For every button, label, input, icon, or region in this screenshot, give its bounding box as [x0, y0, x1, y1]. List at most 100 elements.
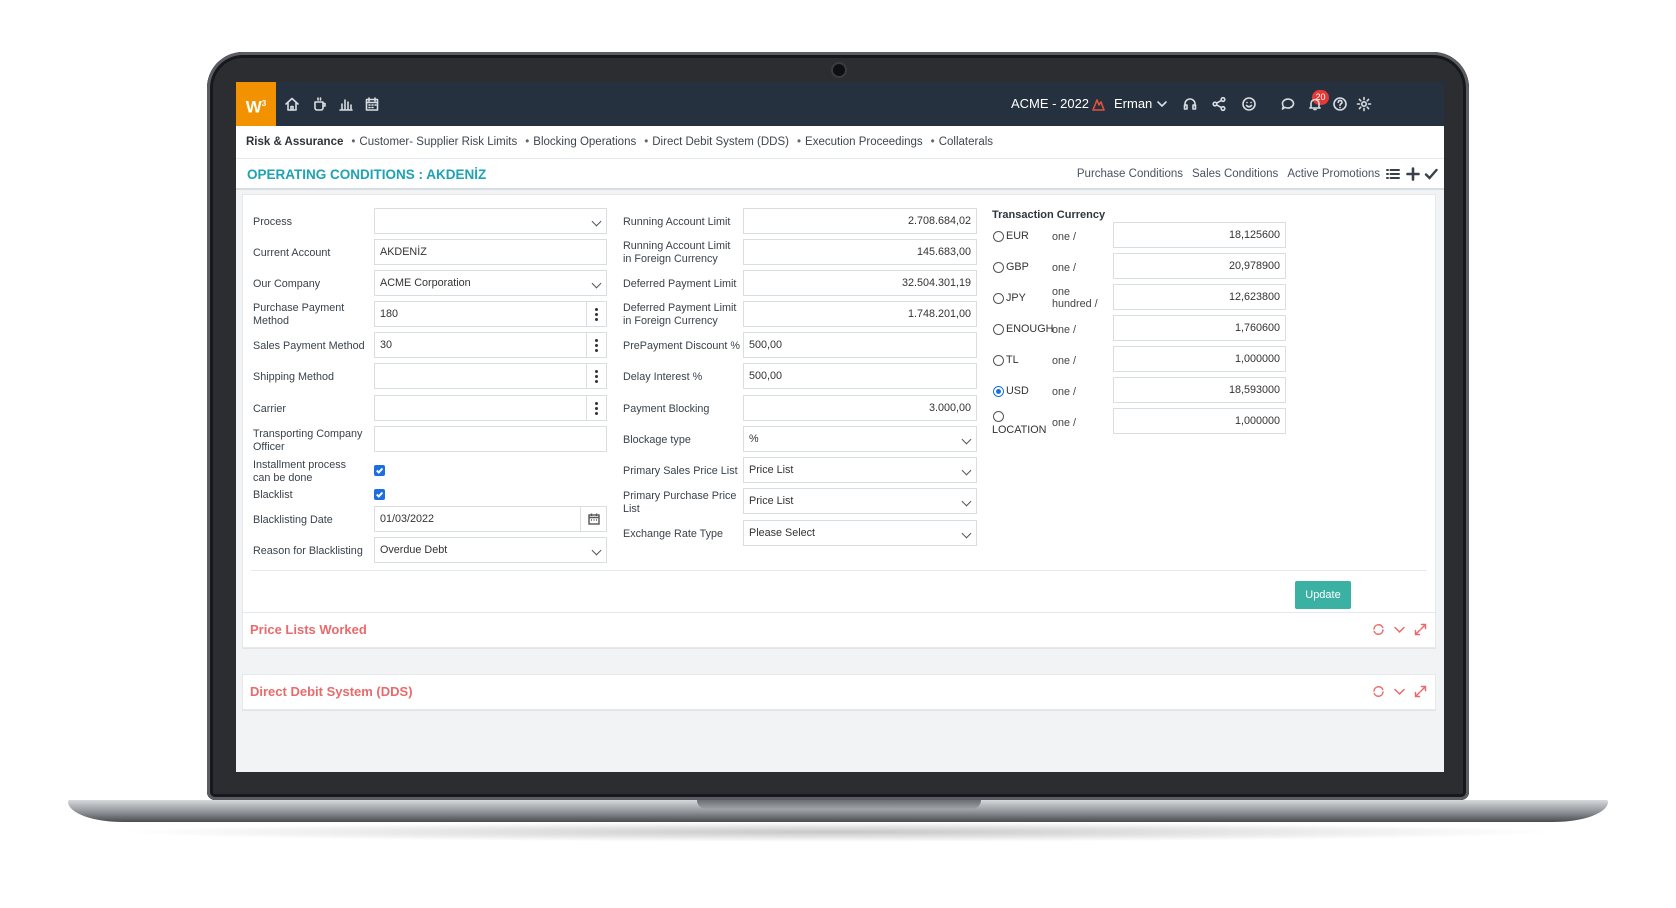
tab-active-promotions[interactable]: Active Promotions [1287, 168, 1380, 180]
breadcrumb-current[interactable]: Risk & Assurance [246, 136, 343, 148]
reason-blacklisting-select[interactable]: Overdue Debt [374, 537, 607, 563]
blacklist-checkbox[interactable] [374, 489, 385, 500]
label-running-account-limit-fc: Running Account Limit in Foreign Currenc… [623, 240, 731, 265]
operating-conditions-form: Process Current Account AKDENİZ Our Comp… [242, 194, 1436, 614]
currency-rate-field[interactable]: 18,593000 [1113, 377, 1286, 403]
currency-radio-eur[interactable] [993, 231, 1004, 242]
currency-code: EUR [1006, 230, 1029, 242]
headset-icon[interactable] [1180, 94, 1200, 114]
panel-title[interactable]: Direct Debit System (DDS) [250, 684, 413, 699]
breadcrumb-item[interactable]: Blocking Operations [525, 136, 636, 148]
home-icon[interactable] [282, 94, 302, 114]
more-options-icon[interactable] [586, 333, 606, 357]
running-account-limit-fc-field[interactable]: 145.683,00 [743, 239, 977, 265]
label-sales-payment-method: Sales Payment Method [253, 340, 365, 352]
deferred-payment-limit-fc-field[interactable]: 1.748.201,00 [743, 301, 977, 327]
panel-controls [1372, 623, 1427, 636]
breadcrumb-item[interactable]: Collaterals [931, 136, 993, 148]
currency-code: JPY [1006, 292, 1026, 304]
currency-radio-jpy[interactable] [993, 293, 1004, 304]
currency-radio-location[interactable] [993, 411, 1004, 422]
panel-controls [1372, 685, 1427, 698]
help-icon[interactable] [1330, 94, 1350, 114]
currency-radio-enough[interactable] [993, 324, 1004, 335]
app-logo[interactable]: W3 [236, 82, 276, 126]
sales-payment-method-field[interactable]: 30 [374, 332, 607, 358]
more-options-icon[interactable] [586, 396, 606, 420]
purchase-payment-method-field[interactable]: 180 [374, 301, 607, 327]
label-purchase-payment-method: Purchase Payment Method [253, 302, 345, 327]
chevron-down-icon[interactable] [1393, 623, 1406, 636]
payment-blocking-field[interactable]: 3.000,00 [743, 395, 977, 421]
dds-panel[interactable]: Direct Debit System (DDS) [242, 674, 1436, 710]
breadcrumb-item[interactable]: Customer- Supplier Risk Limits [351, 136, 517, 148]
bell-icon[interactable] [1305, 94, 1325, 114]
currency-rate-field[interactable]: 1,000000 [1113, 408, 1286, 434]
blacklisting-date-field[interactable]: 01/03/2022 [374, 506, 607, 532]
currency-radio-usd[interactable] [993, 386, 1004, 397]
label-blacklist: Blacklist [253, 489, 293, 501]
exchange-rate-type-select[interactable]: Please Select [743, 520, 977, 546]
smiley-icon[interactable] [1239, 94, 1259, 114]
company-year[interactable]: ACME - 2022 [1011, 96, 1089, 111]
label-installment: Installment process can be done [253, 459, 347, 484]
price-lists-panel[interactable]: Price Lists Worked [242, 612, 1436, 648]
primary-purchase-price-list-select[interactable]: Price List [743, 488, 977, 514]
primary-sales-price-list-select[interactable]: Price List [743, 457, 977, 483]
currency-rate-field[interactable]: 18,125600 [1113, 222, 1286, 248]
add-icon[interactable] [1406, 167, 1422, 183]
refresh-icon[interactable] [1372, 623, 1385, 636]
update-button[interactable]: Update [1295, 581, 1351, 609]
delay-interest-field[interactable]: 500,00 [743, 363, 977, 389]
label-blacklisting-date: Blacklisting Date [253, 514, 333, 526]
check-icon[interactable] [1424, 167, 1440, 183]
coffee-icon[interactable] [310, 94, 330, 114]
list-icon[interactable] [1386, 167, 1402, 183]
prepayment-discount-field[interactable]: 500,00 [743, 332, 977, 358]
label-blockage-type: Blockage type [623, 434, 691, 446]
currency-radio-gbp[interactable] [993, 262, 1004, 273]
currency-rate-field[interactable]: 1,000000 [1113, 346, 1286, 372]
chat-icon[interactable] [1278, 94, 1298, 114]
bar-chart-icon[interactable] [336, 94, 356, 114]
refresh-icon[interactable] [1372, 685, 1385, 698]
expand-icon[interactable] [1414, 685, 1427, 698]
deferred-payment-limit-field[interactable]: 32.504.301,19 [743, 270, 977, 296]
share-icon[interactable] [1209, 94, 1229, 114]
page-title: OPERATING CONDITIONS : AKDENİZ [247, 167, 487, 182]
calendar-icon[interactable] [362, 94, 382, 114]
breadcrumb-item[interactable]: Execution Proceedings [797, 136, 923, 148]
currency-radio-tl[interactable] [993, 355, 1004, 366]
more-options-icon[interactable] [586, 302, 606, 326]
transporting-officer-field[interactable] [374, 426, 607, 452]
breadcrumb-item[interactable]: Direct Debit System (DDS) [644, 136, 789, 148]
installment-checkbox[interactable] [374, 465, 385, 476]
label-current-account: Current Account [253, 247, 331, 259]
currency-code: LOCATION [992, 424, 1047, 436]
chevron-down-icon[interactable] [1393, 685, 1406, 698]
currency-rate-field[interactable]: 1,760600 [1113, 315, 1286, 341]
shipping-method-field[interactable] [374, 363, 607, 389]
carrier-field[interactable] [374, 395, 607, 421]
laptop-camera [831, 62, 847, 78]
current-account-field[interactable]: AKDENİZ [374, 239, 607, 265]
calendar-icon[interactable] [580, 507, 606, 531]
user-avatar-icon[interactable] [1088, 94, 1108, 114]
chevron-down-icon [591, 545, 602, 556]
tab-sales-conditions[interactable]: Sales Conditions [1192, 168, 1278, 180]
title-bar: OPERATING CONDITIONS : AKDENİZ Purchase … [236, 158, 1444, 190]
blockage-type-select[interactable]: % [743, 426, 977, 452]
user-name[interactable]: Erman [1114, 96, 1152, 111]
panel-title[interactable]: Price Lists Worked [250, 622, 367, 637]
currency-rate-field[interactable]: 12,623800 [1113, 284, 1286, 310]
chevron-down-icon [591, 278, 602, 289]
gear-icon[interactable] [1354, 94, 1374, 114]
expand-icon[interactable] [1414, 623, 1427, 636]
more-options-icon[interactable] [586, 364, 606, 388]
chevron-down-icon[interactable] [1152, 94, 1172, 114]
running-account-limit-field[interactable]: 2.708.684,02 [743, 208, 977, 234]
process-select[interactable] [374, 208, 607, 234]
our-company-select[interactable]: ACME Corporation [374, 270, 607, 296]
currency-rate-field[interactable]: 20,978900 [1113, 253, 1286, 279]
tab-purchase-conditions[interactable]: Purchase Conditions [1077, 168, 1183, 180]
